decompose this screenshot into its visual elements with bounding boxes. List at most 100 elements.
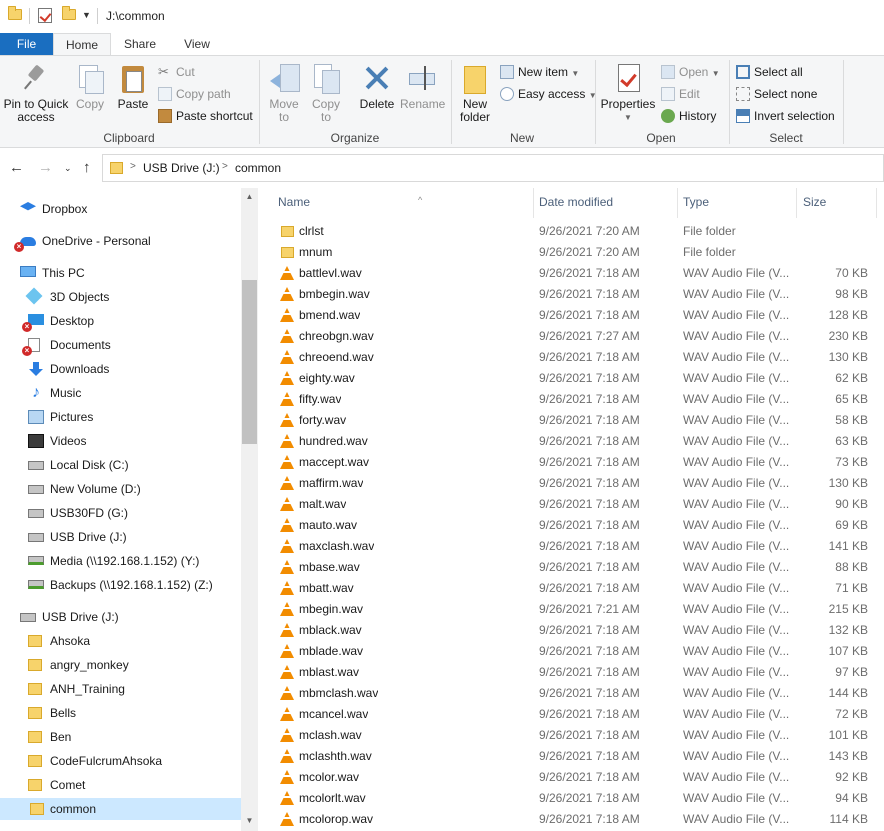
breadcrumb-common[interactable]: common [235,161,281,175]
nav-item-backups[interactable]: Backups (\\192.168.1.152) (Z:) [28,574,240,596]
new-folder-button[interactable]: New folder [456,60,494,124]
column-divider[interactable] [677,188,678,218]
nav-item-usb-drive-root[interactable]: USB Drive (J:) [20,606,240,628]
nav-item-dropbox[interactable]: Dropbox [20,198,240,220]
paste-shortcut-button[interactable]: Paste shortcut [158,107,253,125]
table-row[interactable]: mbatt.wav 9/26/2021 7:18 AM WAV Audio File… [258,578,884,599]
nav-item-folder[interactable]: Bells [28,702,240,724]
move-to-button[interactable]: Move to [266,60,302,124]
column-divider[interactable] [796,188,797,218]
table-row[interactable]: mblade.wav 9/26/2021 7:18 AM WAV Audio Fil… [258,641,884,662]
table-row[interactable]: maxclash.wav 9/26/2021 7:18 AM WAV Audio F… [258,536,884,557]
copy-button[interactable]: Copy [72,60,108,111]
scrollbar-thumb[interactable] [242,280,257,444]
address-bar[interactable]: > USB Drive (J:) > common [102,154,884,182]
breadcrumb-chevron-icon[interactable]: > [222,161,228,172]
table-row[interactable]: malt.wav 9/26/2021 7:18 AM WAV Audio File … [258,494,884,515]
table-row[interactable]: chreobgn.wav 9/26/2021 7:27 AM WAV Audio F… [258,326,884,347]
tab-home[interactable]: Home [53,33,111,56]
delete-button[interactable]: Delete [356,60,398,111]
new-folder-quick-icon[interactable] [62,6,76,20]
table-row[interactable]: clrlst 9/26/2021 7:20 AM File folder [258,221,884,242]
nav-item-common-selected[interactable]: common [0,798,241,820]
properties-quick-icon[interactable] [38,8,52,23]
history-button[interactable]: History [661,107,716,125]
table-row[interactable]: battlevl.wav 9/26/2021 7:18 AM WAV Audio F… [258,263,884,284]
up-arrow-icon[interactable]: ↑ [83,159,91,176]
nav-item-videos[interactable]: Videos [28,430,240,452]
nav-item-folder[interactable]: Ahsoka [28,630,240,652]
table-row[interactable]: maccept.wav 9/26/2021 7:18 AM WAV Audio Fi… [258,452,884,473]
back-arrow-icon[interactable]: ← [9,159,24,176]
select-all-button[interactable]: Select all [736,63,803,81]
table-row[interactable]: mclashth.wav 9/26/2021 7:18 AM WAV Audio F… [258,746,884,767]
pin-to-quick-access-button[interactable]: Pin to Quick access [2,60,70,124]
nav-item-folder[interactable]: ANH_Training [28,678,240,700]
table-row[interactable]: bmend.wav 9/26/2021 7:18 AM WAV Audio File… [258,305,884,326]
nav-item-folder[interactable]: angry_monkey [28,654,240,676]
easy-access-button[interactable]: Easy access ▼ [500,85,597,103]
table-row[interactable]: maffirm.wav 9/26/2021 7:18 AM WAV Audio Fi… [258,473,884,494]
invert-selection-button[interactable]: Invert selection [736,107,835,125]
table-row[interactable]: mblast.wav 9/26/2021 7:18 AM WAV Audio Fil… [258,662,884,683]
tab-view[interactable]: View [168,33,226,56]
nav-item-usb-drive[interactable]: USB Drive (J:) [28,526,240,548]
table-row[interactable]: chreoend.wav 9/26/2021 7:18 AM WAV Audio F… [258,347,884,368]
nav-scrollbar[interactable]: ▲ ▼ [241,188,258,831]
column-header-size[interactable]: Size [803,188,873,218]
column-divider[interactable] [533,188,534,218]
nav-item-folder[interactable]: Comet [28,774,240,796]
nav-item-pictures[interactable]: Pictures [28,406,240,428]
open-button[interactable]: Open ▼ [661,63,720,81]
table-row[interactable]: mcolorlt.wav 9/26/2021 7:18 AM WAV Audio F… [258,788,884,809]
nav-item-usb30fd[interactable]: USB30FD (G:) [28,502,240,524]
table-row[interactable]: mcolorop.wav 9/26/2021 7:18 AM WAV Audio F… [258,809,884,830]
nav-item-local-disk[interactable]: Local Disk (C:) [28,454,240,476]
nav-item-3d-objects[interactable]: 3D Objects [25,286,240,308]
nav-item-documents[interactable]: × Documents [22,334,240,356]
forward-arrow-icon[interactable]: → [38,159,53,176]
rename-button[interactable]: Rename [400,60,445,111]
edit-button[interactable]: Edit [661,85,700,103]
chevron-down-icon[interactable]: ▼ [82,10,91,20]
table-row[interactable]: mnum 9/26/2021 7:20 AM File folder [258,242,884,263]
nav-item-desktop[interactable]: × Desktop [22,310,240,332]
nav-item-this-pc[interactable]: This PC [20,262,240,284]
column-header-type[interactable]: Type [683,188,796,218]
copy-path-button[interactable]: Copy path [158,85,231,103]
tab-share[interactable]: Share [112,33,168,56]
select-none-button[interactable]: Select none [736,85,817,103]
tab-file[interactable]: File [0,33,53,56]
column-divider[interactable] [876,188,877,218]
table-row[interactable]: mbase.wav 9/26/2021 7:18 AM WAV Audio File… [258,557,884,578]
recent-locations-chevron-icon[interactable]: ⌄ [64,163,72,174]
nav-item-music[interactable]: ♪ Music [28,382,240,404]
column-header-date[interactable]: Date modified [539,188,677,218]
scroll-down-icon[interactable]: ▼ [241,812,258,829]
table-row[interactable]: hundred.wav 9/26/2021 7:18 AM WAV Audio Fi… [258,431,884,452]
table-row[interactable]: mclash.wav 9/26/2021 7:18 AM WAV Audio Fil… [258,725,884,746]
nav-item-folder[interactable]: CodeFulcrumAhsoka [28,750,240,772]
nav-item-new-volume[interactable]: New Volume (D:) [28,478,240,500]
table-row[interactable]: mblack.wav 9/26/2021 7:18 AM WAV Audio Fil… [258,620,884,641]
table-row[interactable]: fifty.wav 9/26/2021 7:18 AM WAV Audio File… [258,389,884,410]
breadcrumb-usb-drive[interactable]: USB Drive (J:) [143,161,220,175]
column-header-name[interactable]: Name ^ [278,188,533,218]
table-row[interactable]: mauto.wav 9/26/2021 7:18 AM WAV Audio File… [258,515,884,536]
nav-item-media[interactable]: Media (\\192.168.1.152) (Y:) [28,550,240,572]
properties-button[interactable]: Properties ▼ [600,60,656,124]
cut-button[interactable]: ✂ Cut [158,63,195,81]
nav-item-folder[interactable]: Ben [28,726,240,748]
nav-item-onedrive[interactable]: × OneDrive - Personal [14,230,240,252]
table-row[interactable]: mbegin.wav 9/26/2021 7:21 AM WAV Audio Fil… [258,599,884,620]
table-row[interactable]: eighty.wav 9/26/2021 7:18 AM WAV Audio Fil… [258,368,884,389]
table-row[interactable]: bmbegin.wav 9/26/2021 7:18 AM WAV Audio Fi… [258,284,884,305]
new-item-button[interactable]: New item ▼ [500,63,579,81]
table-row[interactable]: forty.wav 9/26/2021 7:18 AM WAV Audio File… [258,410,884,431]
nav-item-downloads[interactable]: Downloads [28,358,240,380]
breadcrumb-chevron-icon[interactable]: > [130,161,136,172]
table-row[interactable]: mbmclash.wav 9/26/2021 7:18 AM WAV Audio F… [258,683,884,704]
table-row[interactable]: mcancel.wav 9/26/2021 7:18 AM WAV Audio Fi… [258,704,884,725]
scroll-up-icon[interactable]: ▲ [241,188,258,205]
copy-to-button[interactable]: Copy to [308,60,344,124]
